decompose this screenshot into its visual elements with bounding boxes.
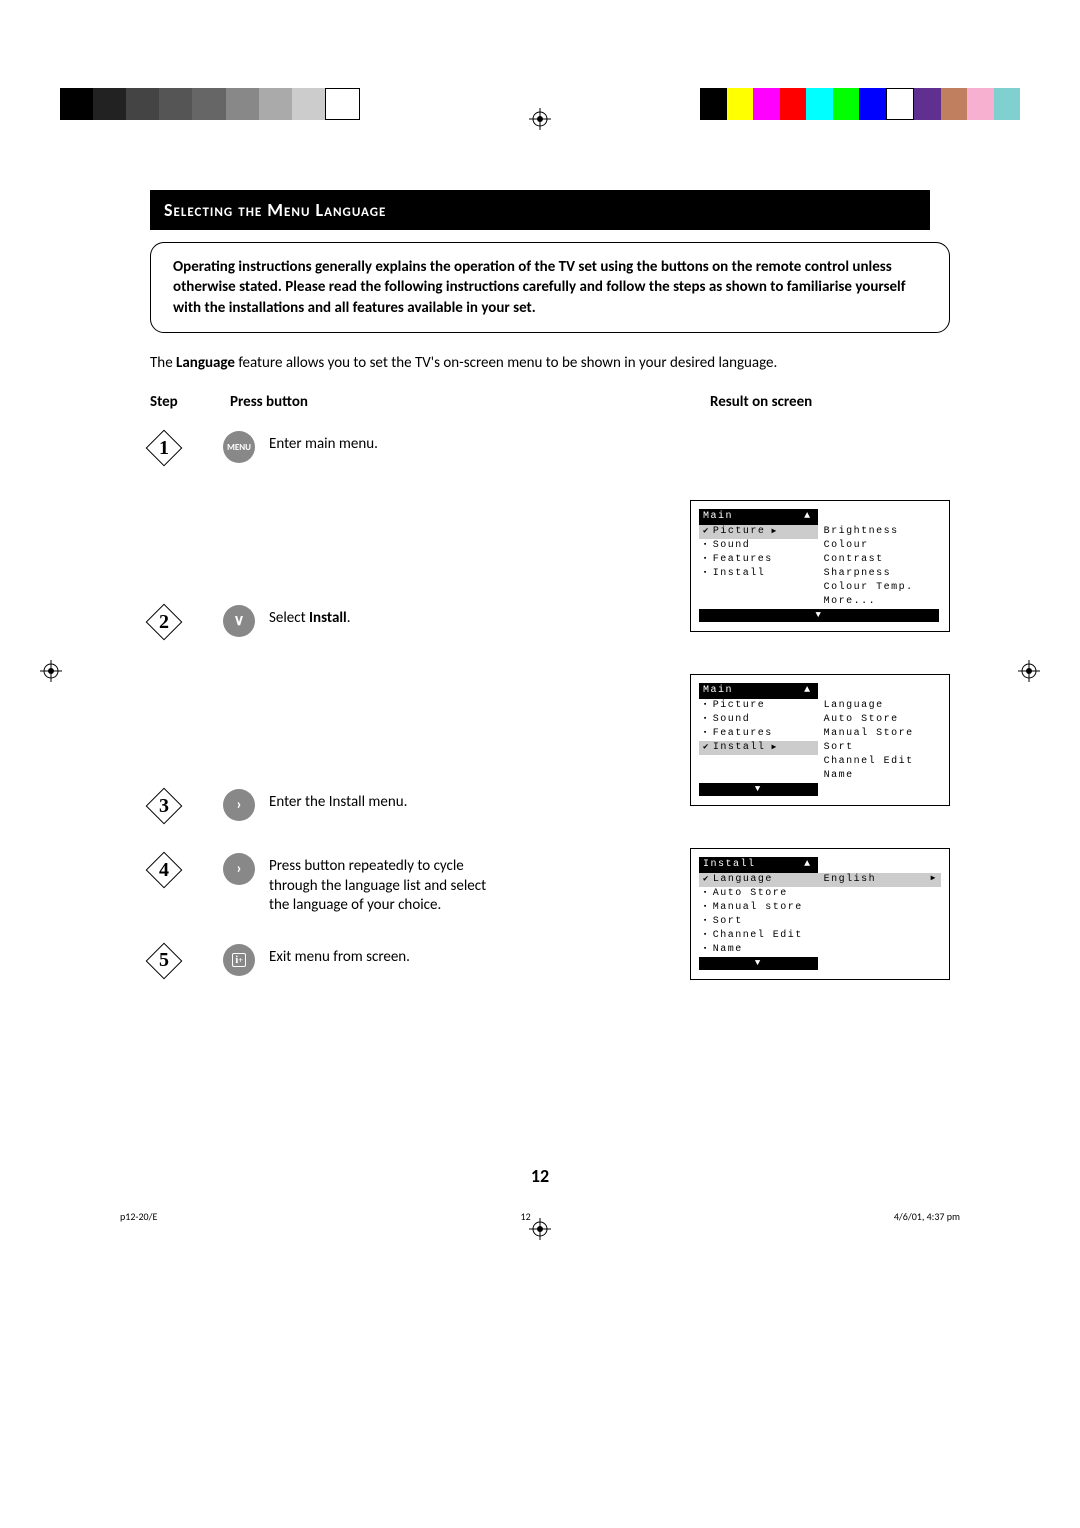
text: The: [150, 354, 176, 372]
step-number: 1: [145, 429, 183, 467]
step-instruction: Select Install.: [269, 597, 509, 629]
step-number-marker: 2: [145, 603, 183, 641]
info-button-icon: i+: [223, 944, 255, 976]
right-button-icon: ›: [223, 853, 255, 885]
section-title: Selecting the Menu Language: [150, 190, 930, 230]
page-number: 12: [531, 1165, 549, 1187]
header-press: Press button: [230, 393, 530, 411]
step-row: 1 MENU Enter main menu.: [145, 423, 960, 467]
intro-note: Operating instructions generally explain…: [150, 242, 950, 333]
page-content: Selecting the Menu Language Operating in…: [90, 190, 990, 990]
right-button-icon: ›: [223, 789, 255, 821]
header-result: Result on screen: [710, 393, 960, 411]
step-instruction: Enter main menu.: [269, 423, 509, 455]
step-instruction: Enter the Install menu.: [269, 781, 509, 813]
printer-color-bar-grayscale: [60, 88, 360, 120]
feature-description: The Language feature allows you to set t…: [150, 353, 950, 373]
osd-menu-main-install: Main▲ PictureLanguage SoundAuto Store Fe…: [690, 674, 950, 806]
registration-mark-icon: [529, 108, 551, 130]
step-number: 3: [145, 787, 183, 825]
footer-left: p12-20/E: [120, 1210, 157, 1223]
osd-menu-install-language: Install▲ LanguageEnglish▶ Auto Store Man…: [690, 848, 950, 980]
step-number-marker: 5: [145, 942, 183, 980]
print-footer: p12-20/E 12 4/6/01, 4:37 pm: [120, 1210, 960, 1223]
osd-screens: Main▲ PictureBrightness SoundColour Feat…: [690, 500, 950, 1022]
down-button-icon: ∨: [223, 605, 255, 637]
step-number-marker: 4: [145, 851, 183, 889]
header-step: Step: [150, 393, 230, 411]
text-bold: Language: [176, 354, 235, 372]
footer-right: 4/6/01, 4:37 pm: [894, 1210, 960, 1223]
step-number-marker: 1: [145, 429, 183, 467]
step-instruction: Press button repeatedly to cycle through…: [269, 845, 509, 916]
step-instruction: Exit menu from screen.: [269, 936, 509, 968]
step-number-marker: 3: [145, 787, 183, 825]
step-number: 2: [145, 603, 183, 641]
step-number: 5: [145, 942, 183, 980]
text: feature allows you to set the TV's on-sc…: [235, 354, 777, 372]
printer-color-bar-color: [700, 88, 1020, 120]
step-number: 4: [145, 851, 183, 889]
column-headers: Step Press button Result on screen: [150, 393, 960, 411]
footer-mid: 12: [521, 1210, 531, 1223]
registration-mark-icon: [40, 660, 62, 682]
osd-menu-main-picture: Main▲ PictureBrightness SoundColour Feat…: [690, 500, 950, 632]
menu-button-icon: MENU: [223, 431, 255, 463]
registration-mark-icon: [1018, 660, 1040, 682]
